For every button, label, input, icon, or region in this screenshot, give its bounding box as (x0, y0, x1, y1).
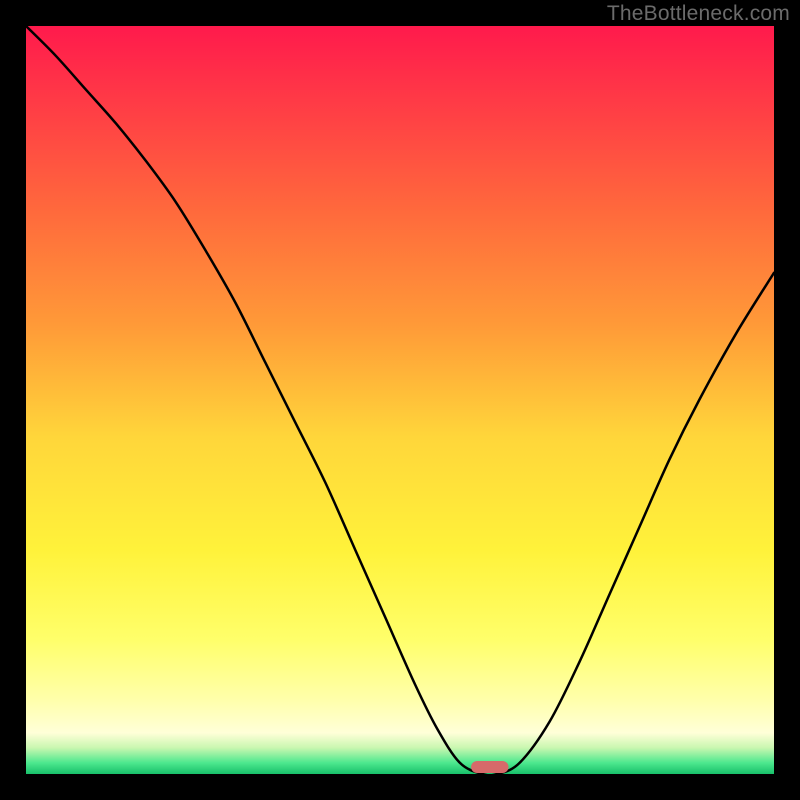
optimal-marker-pill (471, 761, 508, 773)
chart-svg (26, 26, 774, 774)
chart-background (26, 26, 774, 774)
watermark-text: TheBottleneck.com (607, 2, 790, 26)
bottleneck-chart (26, 26, 774, 774)
